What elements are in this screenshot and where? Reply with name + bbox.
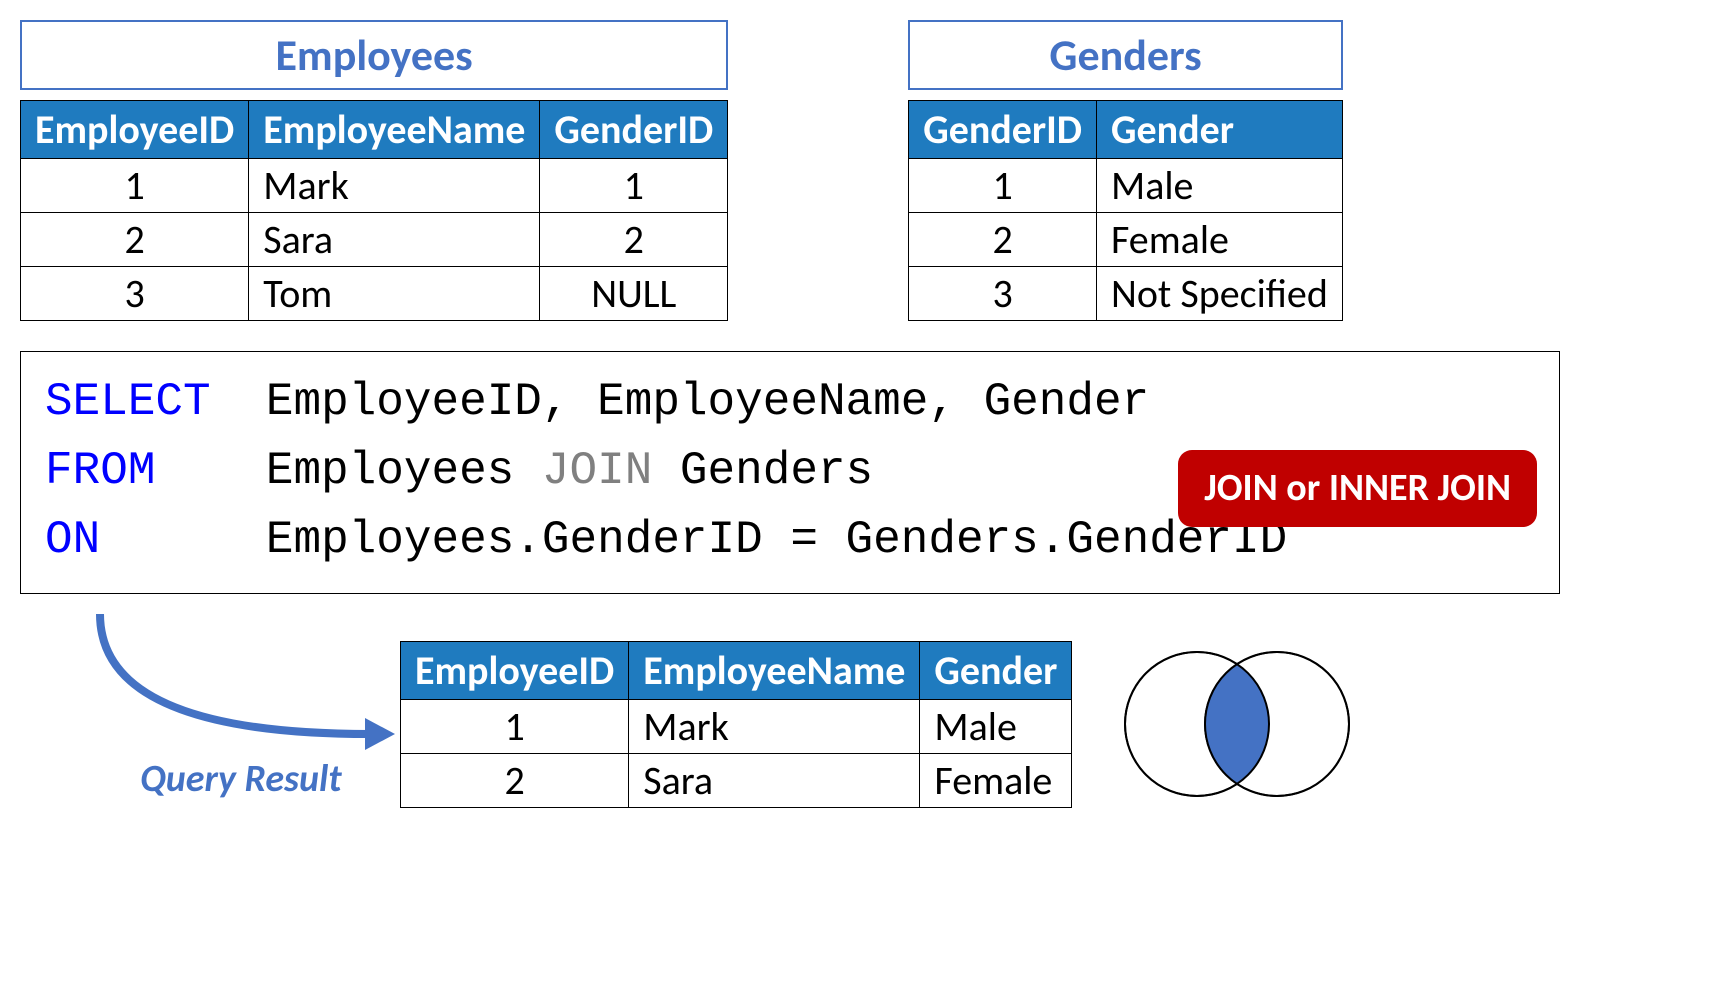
employees-table: EmployeeID EmployeeName GenderID 1 Mark … xyxy=(20,100,728,321)
table-row: 1 Mark Male xyxy=(401,699,1072,753)
venn-diagram xyxy=(1112,634,1362,814)
cell: 2 xyxy=(909,213,1097,267)
employees-title: Employees xyxy=(20,20,728,90)
cell: 3 xyxy=(21,267,249,321)
sql-select-line: SELECT EmployeeID, EmployeeName, Gender xyxy=(45,368,1535,437)
col-header: GenderID xyxy=(540,101,728,159)
table-row: 3 Not Specified xyxy=(909,267,1343,321)
col-header: EmployeeName xyxy=(629,641,920,699)
cell: NULL xyxy=(540,267,728,321)
col-header: EmployeeID xyxy=(21,101,249,159)
col-header: EmployeeID xyxy=(401,641,629,699)
cell: Male xyxy=(1097,159,1343,213)
cell: 1 xyxy=(909,159,1097,213)
sql-from-t2: Genders xyxy=(652,445,873,497)
result-arrow: Query Result xyxy=(20,614,400,834)
cell: Male xyxy=(920,699,1072,753)
cell: Sara xyxy=(249,213,540,267)
cell: 1 xyxy=(21,159,249,213)
sql-query-box: SELECT EmployeeID, EmployeeName, Gender … xyxy=(20,351,1560,594)
genders-table-block: Genders GenderID Gender 1 Male 2 Female … xyxy=(908,20,1343,321)
cell: 2 xyxy=(401,753,629,807)
genders-table: GenderID Gender 1 Male 2 Female 3 Not Sp… xyxy=(908,100,1343,321)
table-row: 1 Mark 1 xyxy=(21,159,728,213)
result-table-block: EmployeeID EmployeeName Gender 1 Mark Ma… xyxy=(400,641,1072,808)
result-table: EmployeeID EmployeeName Gender 1 Mark Ma… xyxy=(400,641,1072,808)
cell: Not Specified xyxy=(1097,267,1343,321)
join-type-badge: JOIN or INNER JOIN xyxy=(1178,450,1537,527)
query-result-label: Query Result xyxy=(140,756,342,802)
table-row: 2 Sara Female xyxy=(401,753,1072,807)
table-row: 1 Male xyxy=(909,159,1343,213)
col-header: EmployeeName xyxy=(249,101,540,159)
cell: Mark xyxy=(249,159,540,213)
cell: Female xyxy=(920,753,1072,807)
table-row: 2 Female xyxy=(909,213,1343,267)
employees-table-block: Employees EmployeeID EmployeeName Gender… xyxy=(20,20,728,321)
sql-select-cols: EmployeeID, EmployeeName, Gender xyxy=(266,376,1149,428)
cell: 1 xyxy=(540,159,728,213)
col-header: GenderID xyxy=(909,101,1097,159)
cell: Tom xyxy=(249,267,540,321)
cell: Female xyxy=(1097,213,1343,267)
table-row: 3 Tom NULL xyxy=(21,267,728,321)
sql-keyword-from: FROM xyxy=(45,445,155,497)
cell: 2 xyxy=(21,213,249,267)
genders-title: Genders xyxy=(908,20,1343,90)
col-header: Gender xyxy=(1097,101,1343,159)
cell: Mark xyxy=(629,699,920,753)
sql-on-cond: Employees.GenderID = Genders.GenderID xyxy=(266,514,1287,566)
cell: Sara xyxy=(629,753,920,807)
sql-keyword-join: JOIN xyxy=(542,445,652,497)
cell: 3 xyxy=(909,267,1097,321)
col-header: Gender xyxy=(920,641,1072,699)
venn-icon xyxy=(1112,634,1362,814)
sql-from-t1: Employees xyxy=(266,445,542,497)
cell: 1 xyxy=(401,699,629,753)
sql-keyword-on: ON xyxy=(45,514,100,566)
cell: 2 xyxy=(540,213,728,267)
table-row: 2 Sara 2 xyxy=(21,213,728,267)
sql-keyword-select: SELECT xyxy=(45,376,211,428)
